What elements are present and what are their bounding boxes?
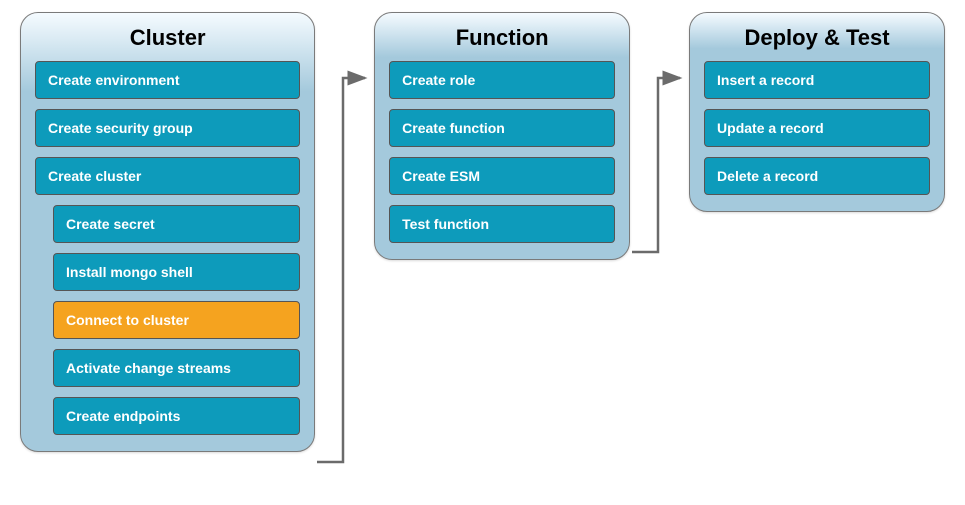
step-create-endpoints[interactable]: Create endpoints [53, 397, 300, 435]
panel-function: Function Create role Create function Cre… [374, 12, 630, 260]
panel-title-deploy: Deploy & Test [704, 25, 930, 51]
panel-deploy-test: Deploy & Test Insert a record Update a r… [689, 12, 945, 212]
step-delete-record[interactable]: Delete a record [704, 157, 930, 195]
step-connect-to-cluster[interactable]: Connect to cluster [53, 301, 300, 339]
step-install-mongo-shell[interactable]: Install mongo shell [53, 253, 300, 291]
arrow-icon [315, 62, 375, 482]
step-activate-change-streams[interactable]: Activate change streams [53, 349, 300, 387]
step-create-cluster[interactable]: Create cluster [35, 157, 300, 195]
panel-title-cluster: Cluster [35, 25, 300, 51]
step-create-function[interactable]: Create function [389, 109, 615, 147]
step-insert-record[interactable]: Insert a record [704, 61, 930, 99]
step-create-security-group[interactable]: Create security group [35, 109, 300, 147]
arrow-icon [630, 62, 690, 272]
workflow-diagram: Cluster Create environment Create securi… [20, 12, 945, 452]
panel-title-function: Function [389, 25, 615, 51]
step-create-secret[interactable]: Create secret [53, 205, 300, 243]
cluster-nested-steps: Create secret Install mongo shell Connec… [53, 205, 300, 435]
step-create-role[interactable]: Create role [389, 61, 615, 99]
step-create-esm[interactable]: Create ESM [389, 157, 615, 195]
arrow-cluster-to-function [315, 12, 374, 452]
arrow-function-to-deploy [630, 12, 689, 452]
step-test-function[interactable]: Test function [389, 205, 615, 243]
step-create-environment[interactable]: Create environment [35, 61, 300, 99]
panel-cluster: Cluster Create environment Create securi… [20, 12, 315, 452]
step-update-record[interactable]: Update a record [704, 109, 930, 147]
